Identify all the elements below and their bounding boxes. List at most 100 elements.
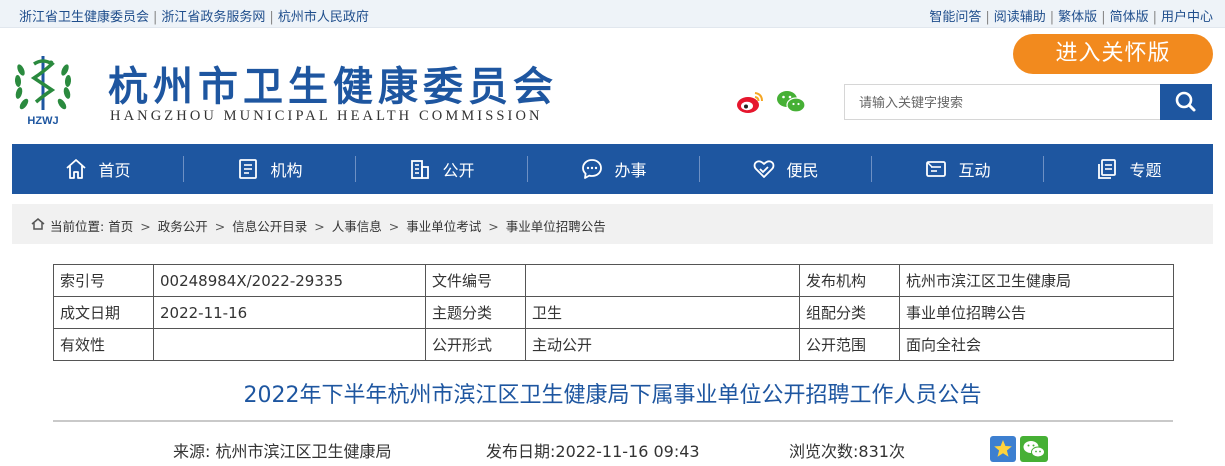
top-link-bar: 浙江省卫生健康委员会 | 浙江省政务服务网 | 杭州市人民政府 智能问答 | 阅读辅助 | 繁体… — [0, 0, 1225, 28]
separator: | — [153, 10, 158, 25]
nav-label: 机构 — [270, 161, 303, 180]
breadcrumb-trail: 当前位置: 首页 > 政务公开 > 信息公开目录 > 人事信息 > 事业单位考试 > 事业单位招聘公… — [50, 216, 606, 235]
link-simplified-chinese[interactable]: 简体版 — [1110, 10, 1149, 25]
home-icon — [31, 218, 45, 230]
search-input[interactable] — [844, 84, 1160, 120]
breadcrumb-arrow: > — [314, 219, 325, 234]
nav-item-convenience[interactable]: 便民 — [700, 144, 871, 194]
info-value: 2022-11-16 — [153, 296, 426, 329]
building-icon — [411, 160, 430, 179]
table-row: 有效性 公开形式 主动公开 公开范围 面向全社会 — [53, 328, 1174, 361]
main-nav: 首页 机构 公开 办事 便民 互动 专题 — [12, 144, 1213, 194]
info-label: 公开范围 — [799, 328, 900, 361]
separator: | — [1049, 10, 1055, 25]
article-title: 2022年下半年杭州市滨江区卫生健康局下属事业单位公开招聘工作人员公告 — [243, 383, 982, 408]
favorite-star-icon[interactable] — [990, 436, 1016, 462]
table-row: 索引号 00248984X/2022-29335 文件编号 发布机构 杭州市滨江… — [53, 264, 1174, 297]
source-value: 杭州市滨江区卫生健康局 — [215, 442, 392, 461]
link-zhejiang-health-commission[interactable]: 浙江省卫生健康委员会 — [19, 10, 149, 25]
files-icon — [1098, 159, 1117, 179]
breadcrumb-prefix: 当前位置: — [50, 219, 105, 234]
info-value: 事业单位招聘公告 — [899, 296, 1174, 329]
breadcrumb-item-gov-affairs[interactable]: 政务公开 — [158, 219, 208, 234]
article-source: 来源: 杭州市滨江区卫生健康局 — [173, 438, 392, 462]
breadcrumb-arrow: > — [140, 219, 151, 234]
breadcrumb: 当前位置: 首页 > 政务公开 > 信息公开目录 > 人事信息 > 事业单位考试 > 事业单位招聘公… — [12, 204, 1213, 244]
info-value — [153, 328, 426, 361]
info-value: 主动公开 — [525, 328, 800, 361]
site-header: HZWJ 杭州市卫生健康委员会 HANGZHOU MUNICIPAL HEALT… — [0, 28, 1225, 144]
nav-label: 首页 — [98, 161, 131, 180]
link-user-center[interactable]: 用户中心 — [1161, 10, 1213, 25]
title-divider — [53, 420, 1173, 422]
info-label: 主题分类 — [425, 296, 526, 329]
link-traditional-chinese[interactable]: 繁体版 — [1058, 10, 1097, 25]
nav-label: 公开 — [442, 161, 475, 180]
document-icon — [239, 159, 258, 179]
info-label: 发布机构 — [799, 264, 900, 297]
separator: | — [985, 10, 990, 25]
link-zhejiang-service-portal[interactable]: 浙江省政务服务网 — [161, 10, 265, 25]
wechat-icon[interactable] — [776, 89, 806, 115]
separator: | — [1152, 10, 1157, 25]
breadcrumb-item-home[interactable]: 首页 — [108, 219, 133, 234]
nav-label: 专题 — [1129, 161, 1162, 180]
date-value: 2022-11-16 09:43 — [555, 442, 700, 461]
breadcrumb-arrow: > — [214, 219, 226, 234]
views-value: 831次 — [858, 442, 905, 461]
weibo-icon[interactable] — [736, 90, 764, 114]
breadcrumb-arrow: > — [488, 219, 499, 234]
breadcrumb-item-recruitment[interactable]: 事业单位招聘公告 — [506, 219, 606, 234]
info-label: 索引号 — [53, 264, 154, 297]
info-label: 组配分类 — [799, 296, 900, 329]
date-label: 发布日期: — [486, 442, 556, 461]
nav-item-disclosure[interactable]: 公开 — [356, 144, 527, 194]
message-icon — [926, 161, 947, 177]
nav-item-organization[interactable]: 机构 — [184, 144, 355, 194]
logo-text: HZWJ — [27, 115, 58, 127]
info-value: 卫生 — [525, 296, 800, 329]
chat-icon — [582, 159, 603, 179]
handshake-icon — [754, 160, 775, 178]
info-label: 文件编号 — [425, 264, 526, 297]
top-links-left: 浙江省卫生健康委员会 | 浙江省政务服务网 | 杭州市人民政府 — [19, 6, 369, 25]
separator: | — [1101, 10, 1106, 25]
site-title-chinese: 杭州市卫生健康委员会 — [108, 63, 558, 110]
search-button[interactable] — [1160, 84, 1212, 120]
nav-label: 便民 — [786, 161, 819, 180]
info-label: 成文日期 — [53, 296, 154, 329]
article-views: 浏览次数:831次 — [789, 438, 905, 462]
link-smart-qa[interactable]: 智能问答 — [929, 10, 981, 25]
source-label: 来源: — [173, 442, 211, 461]
info-value — [525, 264, 800, 297]
breadcrumb-item-info-catalog[interactable]: 信息公开目录 — [232, 219, 307, 234]
care-mode-button[interactable]: 进入关怀版 — [1013, 34, 1213, 74]
search-icon — [1175, 91, 1196, 112]
share-wechat-icon[interactable] — [1020, 436, 1048, 462]
nav-label: 互动 — [958, 161, 991, 180]
info-label: 公开形式 — [425, 328, 526, 361]
site-title-english: HANGZHOU MUNICIPAL HEALTH COMMISSION — [110, 108, 543, 124]
breadcrumb-item-personnel[interactable]: 人事信息 — [332, 219, 382, 234]
document-info-table: 索引号 00248984X/2022-29335 文件编号 发布机构 杭州市滨江… — [53, 264, 1174, 361]
separator: | — [269, 10, 274, 25]
link-hangzhou-government[interactable]: 杭州市人民政府 — [278, 10, 369, 25]
home-icon — [66, 159, 87, 179]
breadcrumb-item-exams[interactable]: 事业单位考试 — [406, 219, 481, 234]
article-date: 发布日期:2022-11-16 09:43 — [486, 438, 700, 462]
nav-label: 办事 — [614, 161, 647, 180]
breadcrumb-arrow: > — [388, 219, 400, 234]
table-row: 成文日期 2022-11-16 主题分类 卫生 组配分类 事业单位招聘公告 — [53, 296, 1174, 329]
link-reading-aid[interactable]: 阅读辅助 — [994, 10, 1046, 25]
views-label: 浏览次数: — [789, 442, 859, 461]
hzwj-logo[interactable]: HZWJ — [12, 48, 74, 128]
info-value: 00248984X/2022-29335 — [153, 264, 426, 297]
info-value: 面向全社会 — [899, 328, 1174, 361]
nav-item-home[interactable]: 首页 — [12, 144, 183, 194]
nav-item-interaction[interactable]: 互动 — [872, 144, 1043, 194]
top-links-right: 智能问答 | 阅读辅助 | 繁体版 | 简体版 | 用户中心 — [929, 6, 1213, 25]
info-label: 有效性 — [53, 328, 154, 361]
nav-item-topics[interactable]: 专题 — [1044, 144, 1213, 194]
nav-item-services[interactable]: 办事 — [528, 144, 699, 194]
info-value: 杭州市滨江区卫生健康局 — [899, 264, 1174, 297]
